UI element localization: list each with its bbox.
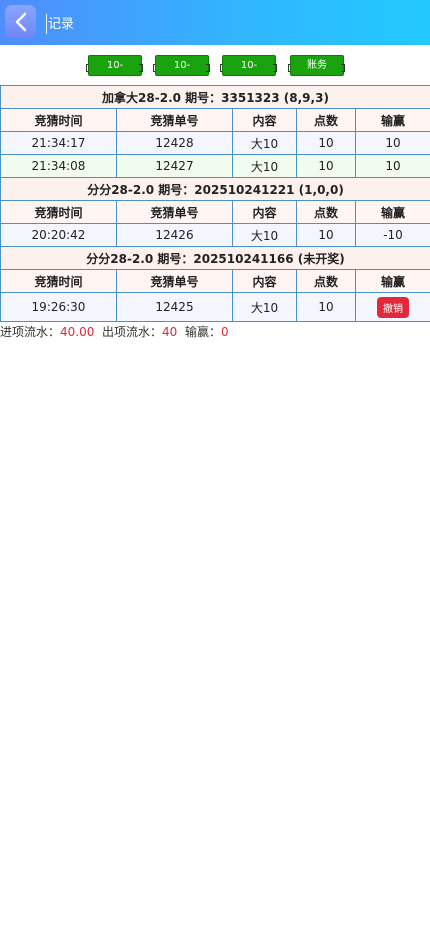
column-header-points: 点数 bbox=[296, 200, 356, 224]
column-header-time: 竞猜时间 bbox=[0, 269, 117, 293]
column-header-result: 输赢 bbox=[355, 108, 430, 132]
column-header-row: 竞猜时间 竞猜单号 内容 点数 输赢 bbox=[0, 269, 430, 293]
cell-id: 12426 bbox=[116, 223, 233, 247]
bracket-right bbox=[341, 64, 345, 72]
cell-time: 19:26:30 bbox=[0, 292, 117, 322]
tab-accounts[interactable]: 账务 bbox=[290, 55, 344, 76]
page-title: 记录 bbox=[48, 17, 75, 32]
column-header-row: 竞猜时间 竞猜单号 内容 点数 输赢 bbox=[0, 108, 430, 132]
outflow-label: 出项流水： bbox=[102, 325, 163, 339]
back-button[interactable] bbox=[5, 5, 36, 38]
group-title: 分分28-2.0 期号：202510241221 (1,0,0) bbox=[0, 177, 430, 201]
tab-date-1023[interactable]: 10-23 bbox=[222, 55, 276, 90]
table-row: 19:26:30 12425 大10 10 撤销 bbox=[0, 292, 430, 322]
bracket-right bbox=[139, 64, 143, 72]
cell-id: 12428 bbox=[116, 131, 233, 155]
column-header-time: 竞猜时间 bbox=[0, 200, 117, 224]
column-header-points: 点数 bbox=[296, 269, 356, 293]
group-title: 分分28-2.0 期号：202510241166 (未开奖) bbox=[0, 246, 430, 270]
cancel-bet-button[interactable]: 撤销 bbox=[377, 296, 409, 318]
winloss-value: 0 bbox=[220, 325, 229, 339]
tab-date-1025[interactable]: 10-25 bbox=[88, 55, 142, 90]
column-header-result: 输赢 bbox=[355, 200, 430, 224]
cell-result: 10 bbox=[355, 131, 430, 155]
summary-footer: 进项流水：40.00 出项流水：40 输赢：0 bbox=[0, 323, 229, 340]
cell-time: 21:34:08 bbox=[0, 154, 117, 178]
group-title: 加拿大28-2.0 期号：3351323 (8,9,3) bbox=[0, 85, 430, 109]
cell-points: 10 bbox=[296, 292, 356, 322]
inflow-label: 进项流水： bbox=[0, 325, 61, 339]
group-header: 加拿大28-2.0 期号：3351323 (8,9,3) bbox=[0, 85, 430, 109]
header-bar: 记录 bbox=[0, 0, 430, 45]
cell-content: 大10 bbox=[232, 292, 297, 322]
column-header-content: 内容 bbox=[232, 108, 297, 132]
cell-content: 大10 bbox=[232, 131, 297, 155]
column-header-result: 输赢 bbox=[355, 269, 430, 293]
cell-time: 21:34:17 bbox=[0, 131, 117, 155]
chevron-left-icon bbox=[15, 12, 26, 31]
column-header-row: 竞猜时间 竞猜单号 内容 点数 输赢 bbox=[0, 200, 430, 224]
column-header-content: 内容 bbox=[232, 269, 297, 293]
cell-content: 大10 bbox=[232, 154, 297, 178]
cell-points: 10 bbox=[296, 223, 356, 247]
records-table: 加拿大28-2.0 期号：3351323 (8,9,3) 竞猜时间 竞猜单号 内… bbox=[0, 85, 430, 322]
cell-id: 12425 bbox=[116, 292, 233, 322]
date-tabs: 10-25 10-24 10-23 账务 bbox=[0, 55, 430, 90]
inflow-value: 40.00 bbox=[60, 325, 95, 339]
table-row: 21:34:08 12427 大10 10 10 bbox=[0, 154, 430, 178]
group-header: 分分28-2.0 期号：202510241221 (1,0,0) bbox=[0, 177, 430, 201]
column-header-id: 竞猜单号 bbox=[116, 200, 233, 224]
column-header-points: 点数 bbox=[296, 108, 356, 132]
column-header-id: 竞猜单号 bbox=[116, 269, 233, 293]
column-header-content: 内容 bbox=[232, 200, 297, 224]
cell-result: -10 bbox=[355, 223, 430, 247]
tab-date-1024[interactable]: 10-24 bbox=[155, 55, 209, 90]
column-header-id: 竞猜单号 bbox=[116, 108, 233, 132]
cell-content: 大10 bbox=[232, 223, 297, 247]
column-header-time: 竞猜时间 bbox=[0, 108, 117, 132]
table-row: 21:34:17 12428 大10 10 10 bbox=[0, 131, 430, 155]
bracket-right bbox=[273, 64, 277, 72]
cell-result-cell: 撤销 bbox=[355, 292, 430, 322]
cell-points: 10 bbox=[296, 154, 356, 178]
cell-id: 12427 bbox=[116, 154, 233, 178]
group-header: 分分28-2.0 期号：202510241166 (未开奖) bbox=[0, 246, 430, 270]
outflow-value: 40 bbox=[162, 325, 178, 339]
cell-time: 20:20:42 bbox=[0, 223, 117, 247]
bracket-right bbox=[206, 64, 210, 72]
text-cursor bbox=[46, 14, 47, 34]
cell-points: 10 bbox=[296, 131, 356, 155]
cell-result: 10 bbox=[355, 154, 430, 178]
table-row: 20:20:42 12426 大10 10 -10 bbox=[0, 223, 430, 247]
winloss-label: 输赢： bbox=[184, 325, 221, 339]
